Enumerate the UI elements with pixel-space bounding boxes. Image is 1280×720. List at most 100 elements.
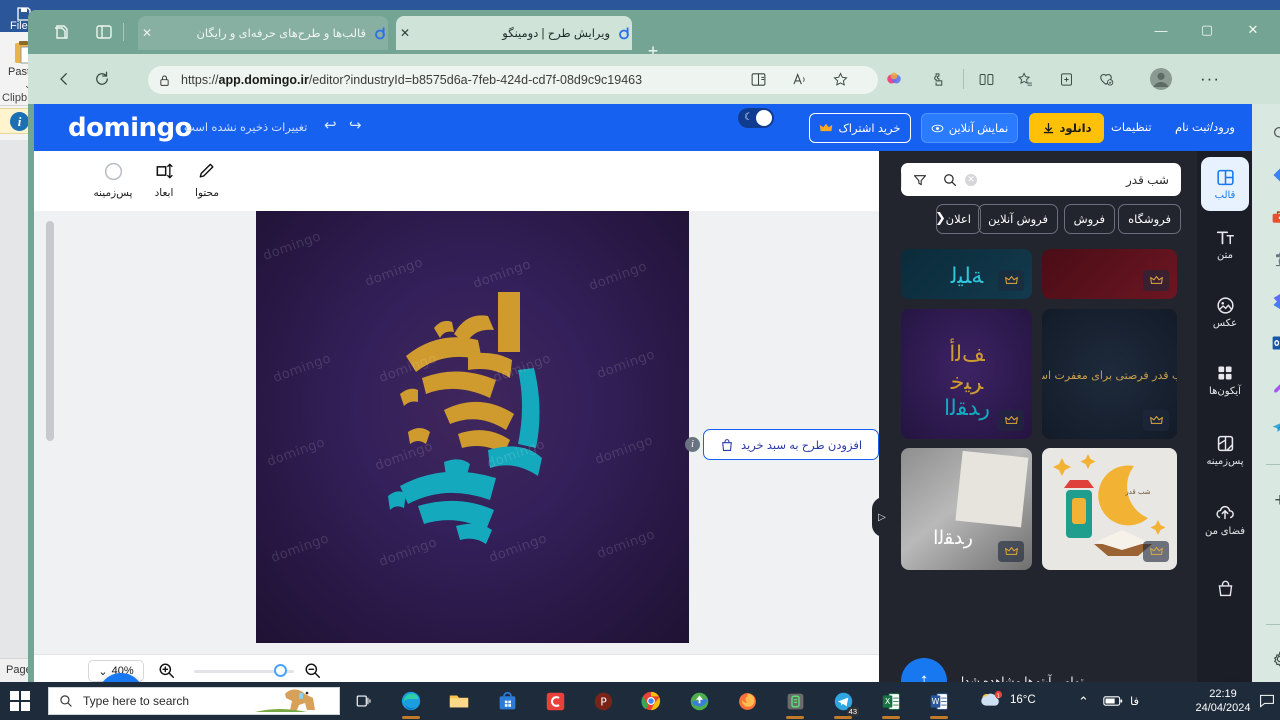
back-icon[interactable] — [52, 67, 76, 91]
design-artboard[interactable]: domingo domingo domingo domingo domingo … — [256, 211, 689, 643]
read-aloud-icon[interactable] — [788, 67, 812, 91]
taskbar-microsoft-store-icon[interactable] — [492, 686, 522, 716]
browser-tab-2[interactable]: ویرایش طرح | دومینگو ✕ — [396, 16, 632, 50]
chip-sale[interactable]: فروش — [1063, 204, 1115, 234]
download-button[interactable]: دانلود — [1029, 113, 1104, 143]
window-minimize-button[interactable]: — — [1138, 10, 1184, 50]
edge-outlook-icon[interactable] — [1265, 328, 1280, 358]
tab-actions-icon[interactable] — [94, 22, 114, 42]
edge-telegram-icon[interactable] — [1265, 412, 1280, 442]
template-card-2[interactable] — [1042, 249, 1177, 299]
zoom-out-icon[interactable] — [304, 662, 321, 683]
start-button[interactable] — [10, 691, 30, 711]
zoom-in-icon[interactable] — [158, 662, 175, 683]
taskbar-word-icon[interactable]: W — [924, 686, 954, 719]
edge-shopping-tag-icon[interactable] — [1265, 160, 1280, 190]
browser-health-icon[interactable] — [1094, 67, 1118, 91]
language-indicator[interactable]: فا — [1130, 694, 1139, 708]
taskbar-firefox-icon[interactable] — [732, 686, 762, 716]
rail-item-image[interactable]: عکس — [1201, 285, 1249, 339]
template-card-6[interactable]: شب قدر — [1042, 448, 1177, 570]
filter-icon[interactable] — [901, 172, 937, 187]
browser-tab-1[interactable]: قالب‌ها و طرح‌های حرفه‌ای و رایگان ✕ — [138, 16, 388, 50]
profile-avatar[interactable] — [1150, 68, 1172, 90]
template-card-3[interactable]: ﻒﻟﺃ ﺮﻴﺧ ﺭﺪﻘﻟﺍ — [901, 309, 1032, 439]
login-register-link[interactable]: ورود/ثبت نام — [1175, 120, 1235, 134]
canvas-vertical-scrollbar[interactable] — [46, 221, 54, 441]
browser-essentials-icon[interactable] — [974, 67, 998, 91]
panel-toggle-button[interactable]: ▷ — [872, 497, 892, 537]
add-to-cart-button[interactable]: افزودن طرح به سبد خرید — [703, 429, 879, 460]
taskbar-chrome-icon[interactable] — [636, 686, 666, 716]
search-icon[interactable] — [937, 173, 963, 187]
tool-dimensions[interactable]: ابعاد — [138, 159, 190, 199]
edge-add-sidebar-button[interactable]: + — [1265, 486, 1280, 516]
edge-sidebar-settings-icon[interactable] — [1265, 644, 1280, 674]
collections-icon[interactable] — [1054, 67, 1078, 91]
chip-online-sale[interactable]: فروش آنلاین — [978, 204, 1058, 234]
notification-center-icon[interactable] — [1252, 686, 1280, 716]
app-logo[interactable]: domingo — [68, 113, 192, 143]
template-search-input[interactable]: شب قدر — [977, 173, 1181, 187]
taskbar-search-box[interactable]: Type here to search — [48, 687, 340, 715]
rail-item-background[interactable]: پس‌زمینه — [1201, 423, 1249, 477]
battery-icon[interactable] — [1098, 686, 1128, 716]
zoom-slider-knob[interactable] — [274, 664, 287, 677]
tab-2-title: ویرایش طرح | دومینگو — [502, 28, 610, 40]
dark-mode-toggle[interactable]: ☾ — [738, 108, 774, 128]
taskbar-file-explorer-icon[interactable] — [444, 686, 474, 716]
rail-item-bag[interactable] — [1201, 563, 1249, 617]
redo-icon[interactable]: ↪ — [349, 116, 362, 134]
edge-tools-icon[interactable] — [1265, 202, 1280, 232]
rail-item-text[interactable]: متن — [1201, 217, 1249, 271]
canvas-area[interactable]: domingo domingo domingo domingo domingo … — [34, 211, 879, 654]
template-card-5[interactable]: ﺭﺪﻘﻟﺍ — [901, 448, 1032, 570]
tray-overflow-chevron-icon[interactable]: ⌃ — [1078, 694, 1089, 710]
online-preview-button[interactable]: نمایش آنلاین — [921, 113, 1018, 143]
chips-prev-chevron-icon[interactable]: ❮ — [935, 210, 946, 226]
settings-link[interactable]: تنظیمات — [1111, 120, 1152, 134]
template-card-1[interactable]: ﺔﻠﻴﻟ — [901, 249, 1032, 299]
copilot-brain-icon[interactable] — [882, 67, 906, 91]
edge-microsoft365-icon[interactable] — [1265, 286, 1280, 316]
template-search-row[interactable]: شب قدر ✕ — [901, 163, 1181, 196]
split-screen-icon[interactable] — [746, 67, 770, 91]
shopping-bag-icon — [722, 438, 732, 451]
favorite-star-icon[interactable] — [828, 67, 852, 91]
rail-item-icons[interactable]: آیکون‌ها — [1201, 353, 1249, 407]
taskbar-edge-icon[interactable] — [396, 686, 426, 719]
window-close-button[interactable]: ✕ — [1230, 10, 1276, 50]
taskbar-photoshop-icon[interactable]: P — [588, 686, 618, 716]
telegram-unread-badge: 43 — [846, 707, 859, 716]
template-card-4[interactable]: شب قدر فرصتی برای مغفرت است — [1042, 309, 1177, 439]
buy-subscription-button[interactable]: خرید اشتراک — [809, 113, 911, 143]
clock-time: 22:19 — [1209, 688, 1237, 700]
workspaces-icon[interactable] — [52, 22, 72, 42]
clear-search-icon[interactable]: ✕ — [965, 173, 977, 186]
taskbar-excel-icon[interactable]: X — [876, 686, 906, 719]
window-maximize-button[interactable]: ▢ — [1184, 10, 1230, 50]
taskbar-telegram-icon[interactable]: 43 — [828, 686, 859, 719]
tab-1-close-icon[interactable]: ✕ — [138, 24, 156, 42]
rail-item-template[interactable]: قالب — [1201, 157, 1249, 211]
taskbar-idm-icon[interactable] — [684, 686, 714, 716]
artboard-info-icon[interactable]: i — [685, 437, 700, 452]
taskview-button[interactable] — [348, 686, 378, 716]
svg-text:ﺮﻴﺧ: ﺮﻴﺧ — [950, 370, 984, 395]
weather-widget-icon[interactable]: 1 — [975, 686, 1009, 716]
taskbar-app-icon[interactable] — [780, 686, 810, 719]
edge-image-creator-icon[interactable] — [1265, 370, 1280, 400]
favorites-list-icon[interactable] — [1013, 67, 1037, 91]
chip-shop[interactable]: فروشگاه — [1118, 204, 1181, 234]
edge-games-icon[interactable] — [1265, 244, 1280, 274]
tab-2-close-icon[interactable]: ✕ — [396, 24, 414, 42]
rail-item-my-space[interactable]: فضای من — [1201, 493, 1249, 547]
browser-settings-more-icon[interactable]: ··· — [1198, 67, 1222, 91]
tool-background[interactable]: پس‌زمینه — [87, 159, 139, 199]
taskbar-camtasia-icon[interactable] — [540, 686, 570, 716]
taskbar-clock[interactable]: 22:19 24/04/2024 — [1188, 687, 1258, 715]
extensions-icon[interactable] — [925, 67, 949, 91]
undo-icon[interactable]: ↩ — [324, 116, 337, 134]
reload-icon[interactable] — [90, 67, 114, 91]
edge-search-icon[interactable] — [1265, 118, 1280, 148]
